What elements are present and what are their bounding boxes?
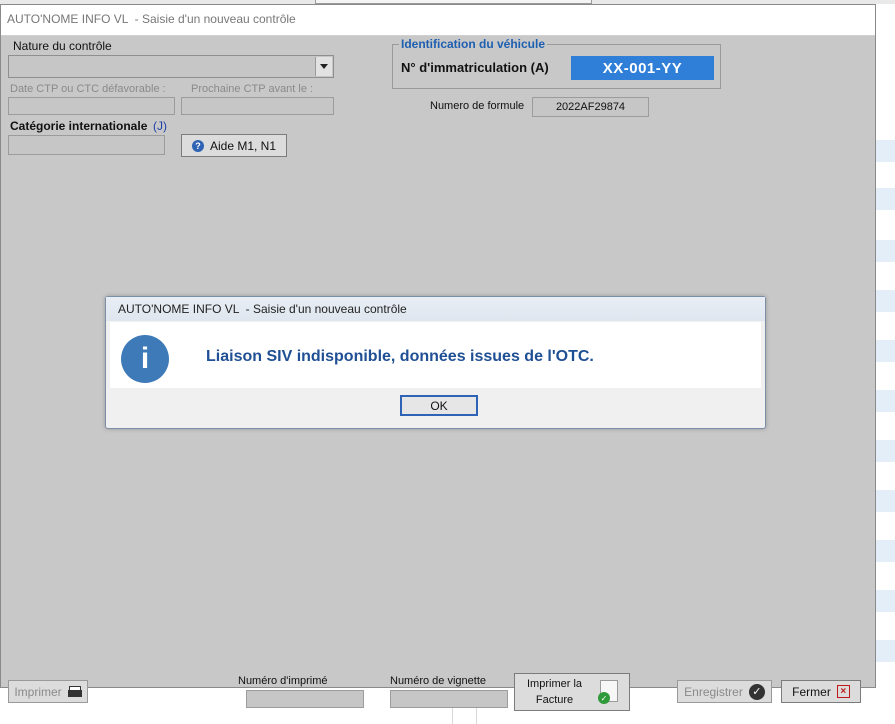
- window-titlebar[interactable]: AUTO'NOME INFO VL - Saisie d'un nouveau …: [1, 5, 875, 36]
- info-dialog: AUTO'NOME INFO VL - Saisie d'un nouveau …: [105, 296, 766, 429]
- categorie-hint: (J): [153, 119, 167, 133]
- dialog-message: Liaison SIV indisponible, données issues…: [206, 348, 594, 365]
- background-row: [876, 240, 895, 262]
- print-button-label: Imprimer: [14, 684, 62, 699]
- aide-m1-n1-button[interactable]: ? Aide M1, N1: [181, 134, 287, 157]
- date-ctp-label: Date CTP ou CTC défavorable :: [10, 83, 166, 95]
- background-row: [876, 290, 895, 312]
- immat-label: N° d'immatriculation (A): [401, 60, 549, 75]
- background-row: [876, 640, 895, 662]
- background-row: [876, 140, 895, 162]
- numero-imprime-field[interactable]: [246, 690, 364, 708]
- background-row: [876, 390, 895, 412]
- dialog-footer: OK: [110, 388, 761, 424]
- chevron-down-icon: [320, 64, 328, 69]
- numero-vignette-field[interactable]: [390, 690, 508, 708]
- dialog-title: AUTO'NOME INFO VL - Saisie d'un nouveau …: [118, 302, 407, 316]
- vehicle-group-title: Identification du véhicule: [399, 37, 548, 51]
- ok-button[interactable]: OK: [400, 395, 478, 416]
- formule-label: Numero de formule: [430, 100, 525, 112]
- prochaine-ctp-field[interactable]: [181, 97, 334, 115]
- print-button[interactable]: Imprimer: [8, 680, 88, 703]
- vehicle-identification-group: Identification du véhicule N° d'immatric…: [392, 37, 721, 89]
- background-row: [876, 490, 895, 512]
- window-title: AUTO'NOME INFO VL - Saisie d'un nouveau …: [7, 12, 296, 26]
- invoice-button-line1: Imprimer la: [527, 678, 583, 690]
- info-icon: i: [121, 335, 169, 383]
- prochaine-ctp-label: Prochaine CTP avant le :: [191, 83, 314, 95]
- numero-imprime-label: Numéro d'imprimé: [238, 675, 328, 687]
- nature-dropdown-button[interactable]: [315, 57, 332, 76]
- invoice-icon: ✓: [598, 680, 620, 704]
- categorie-field[interactable]: [8, 135, 165, 155]
- save-button-label: Enregistrer: [684, 684, 743, 699]
- print-invoice-button[interactable]: Imprimer la Facture ✓: [514, 673, 630, 711]
- date-ctp-field[interactable]: [8, 97, 175, 115]
- close-icon: ×: [836, 685, 850, 698]
- dialog-titlebar[interactable]: AUTO'NOME INFO VL - Saisie d'un nouveau …: [106, 297, 765, 321]
- background-row: [876, 540, 895, 562]
- nature-select[interactable]: [8, 55, 334, 78]
- close-button-label: Fermer: [792, 684, 831, 699]
- immat-value: XX-001-YY: [571, 56, 714, 80]
- help-icon: ?: [191, 139, 204, 152]
- background-row: [876, 188, 895, 210]
- save-button[interactable]: Enregistrer ✓: [677, 680, 772, 703]
- aide-button-label: Aide M1, N1: [209, 138, 277, 153]
- categorie-label: Catégorie internationale: [10, 119, 148, 133]
- invoice-button-line2: Facture: [535, 694, 574, 706]
- nature-label: Nature du contrôle: [13, 39, 112, 53]
- background-row: [876, 440, 895, 462]
- printer-icon: [67, 685, 82, 698]
- background-row: [876, 340, 895, 362]
- formule-field[interactable]: 2022AF29874: [532, 97, 649, 117]
- numero-vignette-label: Numéro de vignette: [390, 675, 486, 687]
- dialog-body: i Liaison SIV indisponible, données issu…: [110, 322, 761, 388]
- close-button[interactable]: Fermer ×: [781, 680, 861, 703]
- background-row: [876, 590, 895, 612]
- check-circle-icon: ✓: [748, 683, 765, 700]
